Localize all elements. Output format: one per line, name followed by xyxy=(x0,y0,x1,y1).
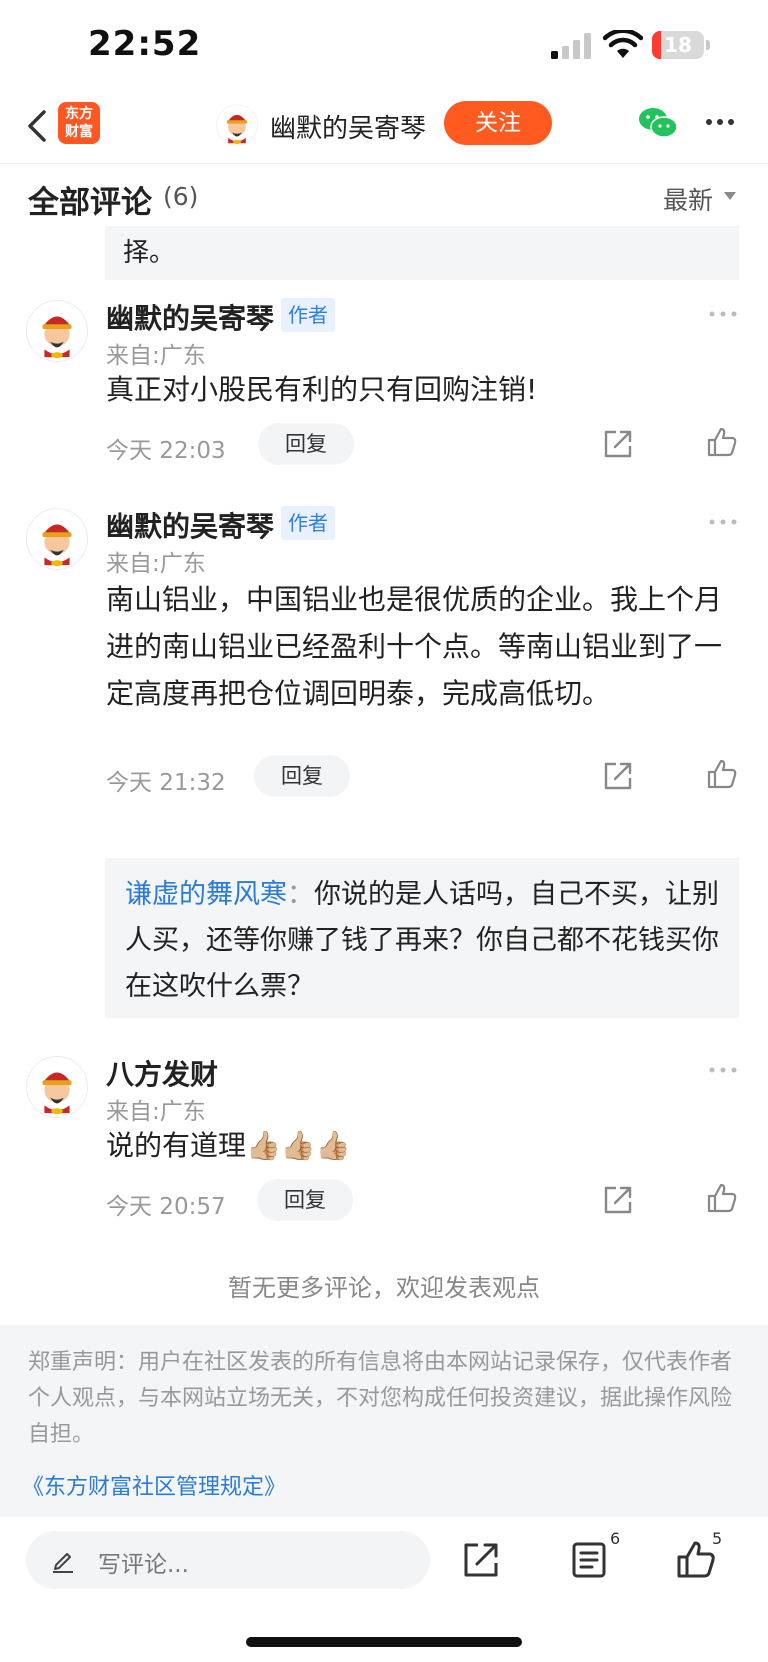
comment-count: (6) xyxy=(163,182,199,211)
home-indicator xyxy=(246,1637,522,1647)
nav-username[interactable]: 幽默的吴寄琴 xyxy=(270,108,426,145)
author-badge: 作者 xyxy=(281,506,335,540)
comments-header: 全部评论 (6) 最新 xyxy=(0,165,768,225)
sort-select[interactable]: 最新 xyxy=(663,181,713,217)
app-logo[interactable]: 东方 财富 xyxy=(58,102,100,144)
share-icon[interactable] xyxy=(602,428,634,460)
battery-icon: 18 xyxy=(652,31,710,59)
comment-more-icon[interactable] xyxy=(708,309,738,319)
share-icon[interactable] xyxy=(602,760,634,792)
comment-text: 南山铝业，中国铝业也是很优质的企业。我上个月进的南山铝业已经盈利十个点。等南山铝… xyxy=(106,583,723,710)
like-icon[interactable] xyxy=(706,758,738,790)
reply-button[interactable]: 回复 xyxy=(258,423,354,465)
sub-reply-text: 谦虚的舞风寒：你说的是人话吗，自己不买，让别人买，还等你赚了钱了再来？你自己都不… xyxy=(125,872,725,1010)
sub-reply-user[interactable]: 谦虚的舞风寒 xyxy=(125,879,287,910)
share-icon[interactable] xyxy=(602,1184,634,1216)
author-avatar[interactable] xyxy=(216,104,258,146)
sub-reply-colon: ： xyxy=(287,879,314,910)
share-icon[interactable] xyxy=(462,1541,500,1579)
comment-author[interactable]: 八方发财 xyxy=(106,1053,218,1093)
comment-location: 来自:广东 xyxy=(106,1099,206,1125)
likes-count-badge: 5 xyxy=(712,1529,723,1548)
status-time: 22:52 xyxy=(88,24,202,64)
cellular-signal-icon xyxy=(551,33,591,59)
thumbs-up-emoji: 👍🏼👍🏼👍🏼 xyxy=(246,1129,351,1162)
bottom-bar: 写评论... 6 5 xyxy=(0,1517,768,1662)
community-rules-link[interactable]: 《东方财富社区管理规定》 xyxy=(22,1469,286,1501)
sub-reply[interactable]: 谦虚的舞风寒：你说的是人话吗，自己不买，让别人买，还等你赚了钱了再来？你自己都不… xyxy=(105,858,739,1018)
comment-author[interactable]: 幽默的吴寄琴 xyxy=(106,505,274,545)
user-avatar[interactable] xyxy=(26,1056,88,1118)
section-title: 全部评论 xyxy=(28,185,152,221)
comment-text: 说的有道理👍🏼👍🏼👍🏼 xyxy=(106,1122,736,1169)
like-icon[interactable] xyxy=(676,1539,716,1579)
comment-time: 今天 20:57 xyxy=(106,1194,226,1220)
comment-more-icon[interactable] xyxy=(708,517,738,527)
comment-more-icon[interactable] xyxy=(708,1065,738,1075)
user-avatar[interactable] xyxy=(26,508,88,570)
user-avatar[interactable] xyxy=(26,300,88,362)
author-badge: 作者 xyxy=(281,298,335,332)
battery-body: 18 xyxy=(652,31,704,59)
comments-count-badge: 6 xyxy=(610,1529,621,1548)
no-more-comments: 暂无更多评论，欢迎发表观点 xyxy=(228,1274,540,1302)
comment-text-body: 说的有道理 xyxy=(106,1129,247,1162)
reply-button[interactable]: 回复 xyxy=(257,1179,353,1221)
comment-author[interactable]: 幽默的吴寄琴 xyxy=(106,297,274,337)
previous-reply-tail: 择。 xyxy=(105,226,739,280)
back-icon[interactable] xyxy=(22,104,52,148)
pencil-icon xyxy=(53,1553,73,1573)
caret-down-icon[interactable] xyxy=(723,191,737,201)
comment-input[interactable]: 写评论... xyxy=(26,1531,430,1589)
comment-location: 来自:广东 xyxy=(106,343,206,369)
status-bar: 22:52 18 xyxy=(0,0,768,90)
previous-reply-text: 择。 xyxy=(123,238,176,268)
battery-level: 18 xyxy=(664,33,692,57)
wechat-icon[interactable] xyxy=(638,106,678,140)
more-icon[interactable] xyxy=(704,112,736,132)
comment-input-placeholder: 写评论... xyxy=(98,1552,189,1578)
logo-line-2: 财富 xyxy=(65,124,93,140)
comments-list-icon[interactable] xyxy=(570,1541,608,1579)
comment-text: 真正对小股民有利的只有回购注销! xyxy=(106,373,538,406)
disclaimer-text: 郑重声明：用户在社区发表的所有信息将由本网站记录保存，仅代表作者个人观点，与本网… xyxy=(28,1350,733,1447)
follow-button[interactable]: 关注 xyxy=(444,101,552,145)
comment-time: 今天 22:03 xyxy=(106,438,226,464)
comment-time: 今天 21:32 xyxy=(106,770,226,796)
logo-line-1: 东方 xyxy=(65,106,93,122)
like-icon[interactable] xyxy=(706,426,738,458)
battery-cap xyxy=(706,40,710,50)
wifi-icon xyxy=(603,30,643,58)
disclaimer: 郑重声明：用户在社区发表的所有信息将由本网站记录保存，仅代表作者个人观点，与本网… xyxy=(0,1325,768,1517)
nav-bar: 东方 财富 幽默的吴寄琴 关注 xyxy=(0,90,768,164)
like-icon[interactable] xyxy=(706,1182,738,1214)
reply-button[interactable]: 回复 xyxy=(254,755,350,797)
comment-location: 来自:广东 xyxy=(106,551,206,577)
